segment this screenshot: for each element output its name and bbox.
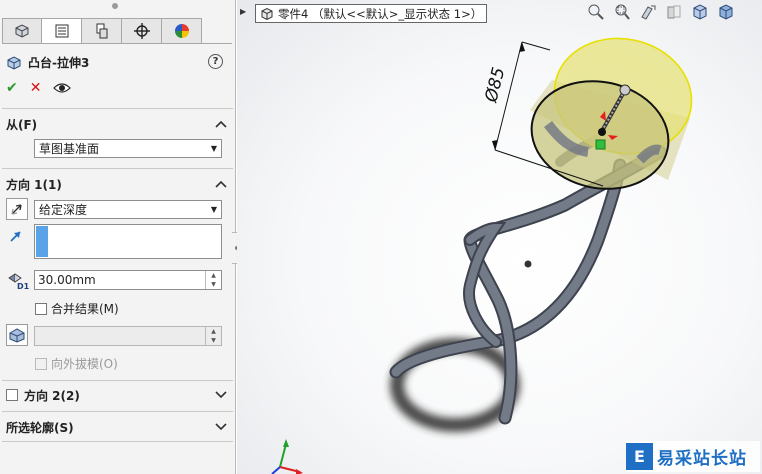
help-button[interactable]: ? (208, 54, 223, 69)
panel-grip[interactable] (112, 3, 118, 9)
diameter-value-label[interactable]: Ø85 (481, 65, 509, 105)
depth-dimension-icon: D1 (8, 273, 29, 290)
color-wheel-icon (174, 24, 189, 38)
tab-property-manager[interactable] (42, 18, 82, 44)
section-separator (2, 380, 233, 381)
end-condition-value: 给定深度 (39, 203, 88, 217)
spin-up-icon[interactable]: ▲ (206, 327, 221, 336)
active-selection-marker (36, 226, 48, 257)
tab-feature-manager[interactable] (2, 18, 42, 44)
section-selected-contours-label: 所选轮廓(S) (6, 420, 74, 435)
draft-outward-checkbox (35, 357, 47, 370)
watermark-text: 易采站长站 (657, 449, 747, 469)
section-direction1-label: 方向 1(1) (6, 177, 62, 192)
section-direction1-header[interactable]: 方向 1(1) (0, 173, 236, 195)
spin-down-icon[interactable]: ▼ (206, 336, 221, 345)
action-buttons: ✔ ✕ (6, 80, 72, 96)
manager-tabs (2, 18, 202, 44)
direction-vector-icon (10, 231, 21, 242)
dropdown-arrow-icon: ▼ (210, 144, 217, 153)
start-condition-select[interactable]: 草图基准面 ▼ (34, 139, 222, 158)
configuration-icon (96, 23, 107, 39)
property-list-icon (55, 24, 68, 38)
draft-toggle-button[interactable] (6, 324, 28, 346)
cancel-x-button[interactable]: ✕ (30, 80, 42, 96)
chevron-up-icon[interactable] (214, 117, 228, 131)
depth-spinner[interactable]: ▲ ▼ (205, 271, 221, 289)
svg-text:D1: D1 (17, 282, 29, 290)
preview-eye-button[interactable] (53, 82, 72, 94)
tabs-divider (2, 43, 232, 44)
spin-up-icon[interactable]: ▲ (206, 271, 221, 280)
ok-check-button[interactable]: ✔ (6, 80, 18, 96)
feature-tree-icon (15, 24, 29, 38)
section-separator (2, 108, 233, 109)
merge-result-label: 合并结果(M) (51, 302, 119, 316)
crosshair-icon (133, 23, 150, 39)
boss-extrude-icon (7, 55, 21, 70)
section-separator (2, 441, 233, 442)
section-from-label: 从(F) (6, 117, 38, 132)
dropdown-arrow-icon: ▼ (210, 205, 217, 214)
model-graphics: Ø85 (271, 37, 693, 474)
draft-outward-label: 向外拔模(O) (51, 357, 118, 371)
chevron-up-icon[interactable] (214, 177, 228, 191)
tab-configuration-manager[interactable] (82, 18, 122, 44)
end-condition-select[interactable]: 给定深度 ▼ (34, 200, 222, 219)
sketch-point[interactable] (524, 260, 532, 268)
feature-title-row: 凸台-拉伸3 (6, 54, 89, 71)
coordinate-triad (271, 439, 303, 474)
section-direction2-header[interactable]: 方向 2(2) (0, 384, 236, 406)
merge-result-option[interactable]: 合并结果(M) (35, 300, 119, 317)
depth-input[interactable]: 30.00mm ▲ ▼ (34, 270, 222, 290)
section-direction2-label: 方向 2(2) (24, 388, 80, 403)
chevron-down-icon[interactable] (214, 420, 228, 434)
reverse-direction-icon (11, 204, 22, 215)
section-separator (2, 168, 233, 169)
section-separator (2, 411, 233, 412)
help-label: ? (212, 56, 219, 67)
draft-outward-option: 向外拔模(O) (35, 355, 118, 372)
merge-result-checkbox[interactable] (35, 302, 47, 315)
property-manager-panel: 凸台-拉伸3 ? ✔ ✕ 从(F) 草图基准面 ▼ 方向 1(1) 给定深度 ▼… (0, 0, 236, 474)
section-selected-contours-header[interactable]: 所选轮廓(S) (0, 416, 236, 438)
watermark-logo: E 易采站长站 (626, 441, 760, 472)
feature-title: 凸台-拉伸3 (28, 56, 90, 70)
spin-down-icon[interactable]: ▼ (206, 280, 221, 289)
watermark-logo-mark: E (626, 443, 653, 470)
tab-dimxpert-manager[interactable] (122, 18, 162, 44)
draft-angle-input[interactable]: ▲ ▼ (34, 326, 222, 346)
reverse-direction-button[interactable] (6, 198, 28, 220)
section-from-header[interactable]: 从(F) (0, 113, 236, 135)
direction2-title: 方向 2(2) (6, 387, 80, 404)
depth-value: 30.00mm (38, 273, 96, 287)
direction-vector-selection-box[interactable] (34, 224, 222, 259)
direction2-checkbox[interactable] (6, 389, 18, 401)
tab-display-manager[interactable] (162, 18, 202, 44)
draft-angle-spinner[interactable]: ▲ ▼ (205, 327, 221, 345)
start-condition-value: 草图基准面 (39, 142, 100, 156)
draft-icon (9, 328, 25, 343)
chevron-down-icon[interactable] (214, 388, 228, 402)
